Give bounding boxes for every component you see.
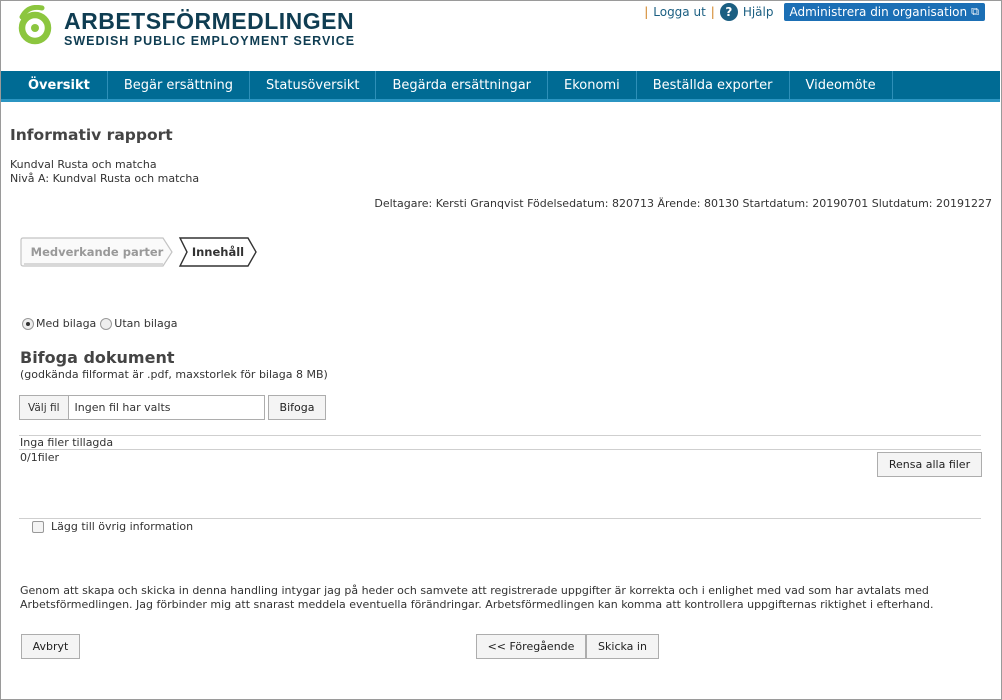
help-link[interactable]: Hjälp	[743, 5, 774, 19]
upload-title: Bifoga dokument	[20, 348, 175, 367]
logo-subtitle: SWEDISH PUBLIC EMPLOYMENT SERVICE	[64, 34, 356, 48]
participant-info: Deltagare: Kersti Granqvist Födelsedatum…	[374, 197, 992, 210]
logo-icon	[18, 5, 52, 45]
external-link-icon: ⧉	[971, 5, 979, 18]
radio-med-bilaga[interactable]	[22, 317, 34, 330]
attachment-choice: Med bilaga Utan bilaga	[22, 317, 181, 330]
divider	[19, 449, 981, 450]
nav-item-videomote[interactable]: Videomöte	[790, 71, 893, 99]
file-count: 0/1filer	[20, 451, 59, 464]
step-medverkande-parter-label: Medverkande parter	[30, 245, 164, 259]
declaration-text: Genom att skapa och skicka in denna hand…	[20, 584, 934, 611]
top-links: | Logga ut | ? Hjälp Administrera din or…	[639, 2, 985, 22]
no-files-text: Inga filer tillagda	[20, 436, 114, 449]
step-medverkande-parter[interactable]: Medverkande parter	[20, 237, 174, 267]
nav-item-oversikt[interactable]: Översikt	[1, 71, 108, 99]
kundval-info: Kundval Rusta och matcha Nivå A: Kundval…	[10, 158, 199, 186]
file-input[interactable]: Välj fil Ingen fil har valts	[19, 395, 265, 420]
separator: |	[710, 5, 715, 19]
main-nav: Översikt Begär ersättning Statusöversikt…	[1, 71, 1000, 102]
help-icon[interactable]: ?	[719, 3, 738, 21]
step-innehall-label: Innehåll	[191, 245, 245, 259]
radio-utan-bilaga-label[interactable]: Utan bilaga	[114, 317, 177, 330]
extra-info-row: Lägg till övrig information	[32, 520, 193, 533]
nav-item-ekonomi[interactable]: Ekonomi	[548, 71, 637, 99]
nav-item-statusoversikt[interactable]: Statusöversikt	[250, 71, 377, 99]
radio-utan-bilaga[interactable]	[100, 317, 113, 330]
upload-subtitle: (godkända filformat är .pdf, maxstorlek …	[20, 368, 328, 381]
page-title: Informativ rapport	[10, 126, 173, 144]
admin-organisation-label: Administrera din organisation	[789, 5, 968, 19]
nav-item-begar-ersattning[interactable]: Begär ersättning	[108, 71, 251, 99]
divider	[19, 435, 981, 436]
admin-organisation-button[interactable]: Administrera din organisation ⧉	[783, 3, 985, 21]
separator: |	[644, 5, 649, 19]
logout-link[interactable]: Logga ut	[653, 5, 706, 19]
divider	[19, 518, 981, 519]
kundval-level-line: Nivå A: Kundval Rusta och matcha	[10, 172, 200, 185]
submit-button[interactable]: Skicka in	[586, 634, 659, 659]
previous-button[interactable]: << Föregående	[476, 634, 586, 659]
choose-file-button[interactable]: Välj fil	[20, 396, 69, 419]
extra-info-label[interactable]: Lägg till övrig information	[51, 520, 193, 533]
file-input-status: Ingen fil har valts	[74, 401, 171, 414]
step-innehall[interactable]: Innehåll	[178, 237, 258, 267]
logo-name: ARBETSFÖRMEDLINGEN	[64, 8, 355, 34]
nav-item-begarda-ersattningar[interactable]: Begärda ersättningar	[376, 71, 549, 99]
kundval-line: Kundval Rusta och matcha	[10, 158, 157, 171]
attach-button[interactable]: Bifoga	[268, 395, 326, 420]
extra-info-checkbox[interactable]	[32, 520, 44, 533]
cancel-button[interactable]: Avbryt	[21, 634, 80, 659]
nav-item-bestallda-exporter[interactable]: Beställda exporter	[637, 71, 790, 99]
clear-files-button[interactable]: Rensa alla filer	[877, 452, 982, 477]
radio-med-bilaga-label[interactable]: Med bilaga	[36, 317, 96, 330]
